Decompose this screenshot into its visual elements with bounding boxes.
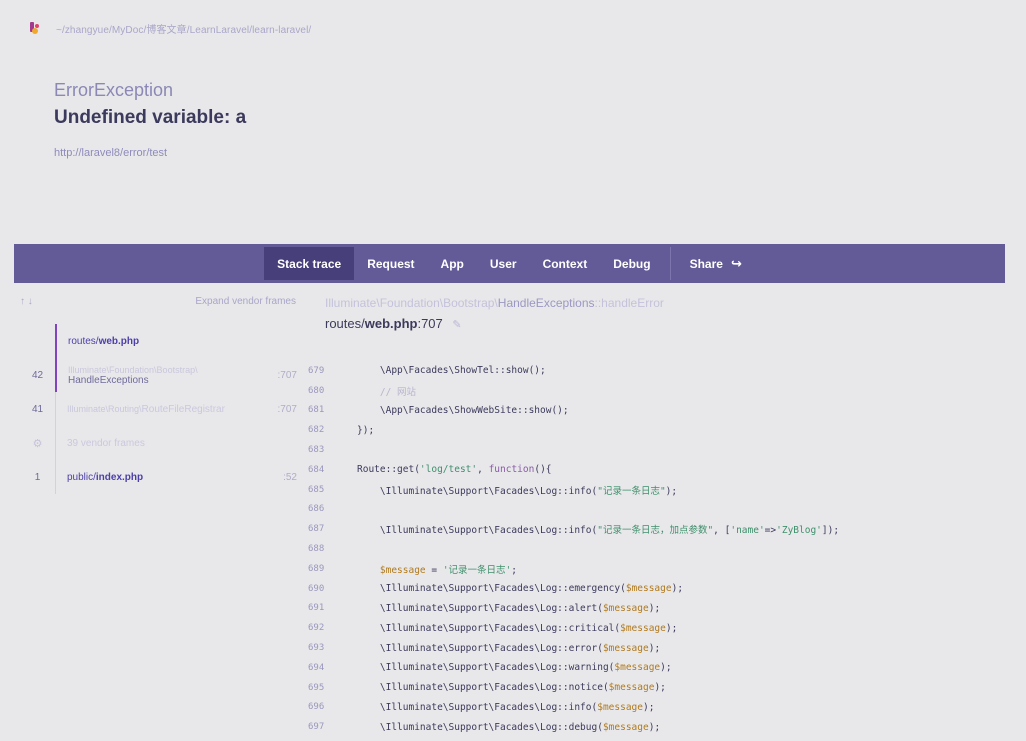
pencil-icon[interactable]: ✎ [452,319,461,331]
request-url[interactable]: http://laravel8/error/test [54,147,246,159]
code-line: 686 [308,500,839,520]
line-number[interactable]: 683 [308,445,335,455]
code-line: 696 \Illuminate\Support\Facades\Log::inf… [308,698,839,718]
tab-stack-trace[interactable]: Stack trace [264,247,355,280]
ignition-logo-icon [30,20,40,36]
code-line: 693 \Illuminate\Support\Facades\Log::err… [308,638,839,658]
line-number[interactable]: 693 [308,643,335,653]
code-snippet: 679 \App\Facades\ShowTel::show(); 680 // … [308,361,839,737]
code-line: 689 $message = '记录一条日志'; [308,559,839,579]
share-arrow-icon: ↪ [730,255,742,271]
code-line: 682}); [308,420,839,440]
error-header: ErrorException Undefined variable: a htt… [54,80,246,159]
code-text: \Illuminate\Support\Facades\Log::critica… [357,622,678,634]
code-line: 694 \Illuminate\Support\Facades\Log::war… [308,658,839,678]
line-number[interactable]: 692 [308,623,335,633]
exception-class: ErrorException [54,80,174,100]
code-text: \Illuminate\Support\Facades\Log::warning… [357,662,672,674]
vendor-frames-toggle[interactable]: ⚙ 39 vendor frames [20,426,306,460]
line-number[interactable]: 681 [308,405,335,415]
code-line: 695 \Illuminate\Support\Facades\Log::not… [308,678,839,698]
share-button[interactable]: Share ↪ [677,247,755,280]
line-number[interactable]: 689 [308,564,335,574]
code-text: \Illuminate\Support\Facades\Log::info("记… [357,525,840,537]
tab-context[interactable]: Context [530,247,601,280]
frame-number: 1 [34,471,41,483]
line-number[interactable]: 679 [308,366,335,376]
code-line: 690 \Illuminate\Support\Facades\Log::eme… [308,579,839,599]
frame-file: public/index.php [67,471,144,483]
vendor-frames-label: 39 vendor frames [67,437,145,449]
tab-app[interactable]: App [428,247,477,280]
tab-request[interactable]: Request [354,247,427,280]
frame-namespace: Illuminate\Foundation\Bootstrap\ [68,364,198,375]
share-label: Share [689,256,723,271]
frame-line: :707 [277,369,297,381]
code-text: \Illuminate\Support\Facades\Log::error($… [357,642,661,654]
stack-frame-route-file-registrar[interactable]: 41 Illuminate\Routing\RouteFileRegistrar… [20,392,306,426]
expand-vendor-frames-button[interactable]: Expand vendor frames [195,296,296,307]
code-text: \Illuminate\Support\Facades\Log::notice(… [357,682,666,694]
line-number[interactable]: 687 [308,524,335,534]
line-number[interactable]: 695 [308,683,335,693]
code-text: Route::get('log/test', function(){ [357,464,552,476]
frame-file-path[interactable]: routes/web.php:707 ✎ [325,316,664,331]
frame-line: :707 [277,403,297,415]
code-text: $message = '记录一条日志'; [379,564,518,576]
code-line: 680 // 网站 [308,381,839,401]
code-text: \App\Facades\ShowTel::show(); [357,365,546,377]
frame-class: Illuminate\Routing\RouteFileRegistrar [67,403,225,415]
code-text: \Illuminate\Support\Facades\Log::info("记… [357,485,678,497]
code-text: \Illuminate\Support\Facades\Log::alert($… [357,602,661,614]
sidebar-header: ↑ ↓ Expand vendor frames [20,296,296,307]
line-number[interactable]: 696 [308,702,335,712]
stack-frame-handle-exceptions[interactable]: 42 Illuminate\Foundation\Bootstrap\ Hand… [20,358,306,392]
stack-frames-list: routes/web.php 42 Illuminate\Foundation\… [20,324,306,494]
tab-debug[interactable]: Debug [600,247,663,280]
frame-file: routes/web.php [68,335,140,347]
code-text: \App\Facades\ShowWebSite::show(); [357,404,569,416]
frame-class-path: Illuminate\Foundation\Bootstrap\HandleEx… [325,296,664,310]
line-number[interactable]: 690 [308,584,335,594]
frame-navigation-arrows-icon[interactable]: ↑ ↓ [20,296,33,307]
line-number[interactable]: 680 [308,386,335,396]
line-number[interactable]: 686 [308,504,335,514]
code-line: 692 \Illuminate\Support\Facades\Log::cri… [308,618,839,638]
tab-bar: Stack trace Request App User Context Deb… [14,244,1005,283]
line-number[interactable]: 694 [308,663,335,673]
line-number[interactable]: 682 [308,425,335,435]
project-path: ~/zhangyue/MyDoc/博客文章/LearnLaravel/learn… [56,24,312,36]
stack-frame-web-php[interactable]: routes/web.php [20,324,306,358]
stack-frame-index-php[interactable]: 1 public/index.php :52 [20,460,306,494]
line-number[interactable]: 691 [308,603,335,613]
line-number[interactable]: 697 [308,722,335,732]
frame-number: 41 [31,403,44,415]
frame-line: :52 [283,471,297,483]
code-line: 691 \Illuminate\Support\Facades\Log::ale… [308,599,839,619]
code-line: 684 Route::get('log/test', function(){ [308,460,839,480]
frame-details-header: Illuminate\Foundation\Bootstrap\HandleEx… [325,296,664,331]
frame-class: HandleExceptions [68,374,149,386]
line-number[interactable]: 688 [308,544,335,554]
code-text: }); [357,424,375,436]
exception-message: Undefined variable: a [54,107,247,128]
line-number[interactable]: 685 [308,485,335,495]
code-text: // 网站 [357,386,417,398]
code-line: 685 \Illuminate\Support\Facades\Log::inf… [308,480,839,500]
tab-divider [669,247,671,280]
tab-user[interactable]: User [477,247,530,280]
code-line: 697 \Illuminate\Support\Facades\Log::deb… [308,717,839,737]
frame-number: 42 [31,369,44,381]
code-line: 681 \App\Facades\ShowWebSite::show(); [308,401,839,421]
topbar: ~/zhangyue/MyDoc/博客文章/LearnLaravel/learn… [30,16,311,40]
code-line: 687 \Illuminate\Support\Facades\Log::inf… [308,519,839,539]
gear-icon: ⚙ [32,437,43,450]
code-line: 683 [308,440,839,460]
code-text: \Illuminate\Support\Facades\Log::info($m… [357,701,655,713]
code-text: \Illuminate\Support\Facades\Log::emergen… [357,583,684,595]
code-text: \Illuminate\Support\Facades\Log::debug($… [357,721,661,733]
line-number[interactable]: 684 [308,465,335,475]
code-line: 688 [308,539,839,559]
code-line: 679 \App\Facades\ShowTel::show(); [308,361,839,381]
